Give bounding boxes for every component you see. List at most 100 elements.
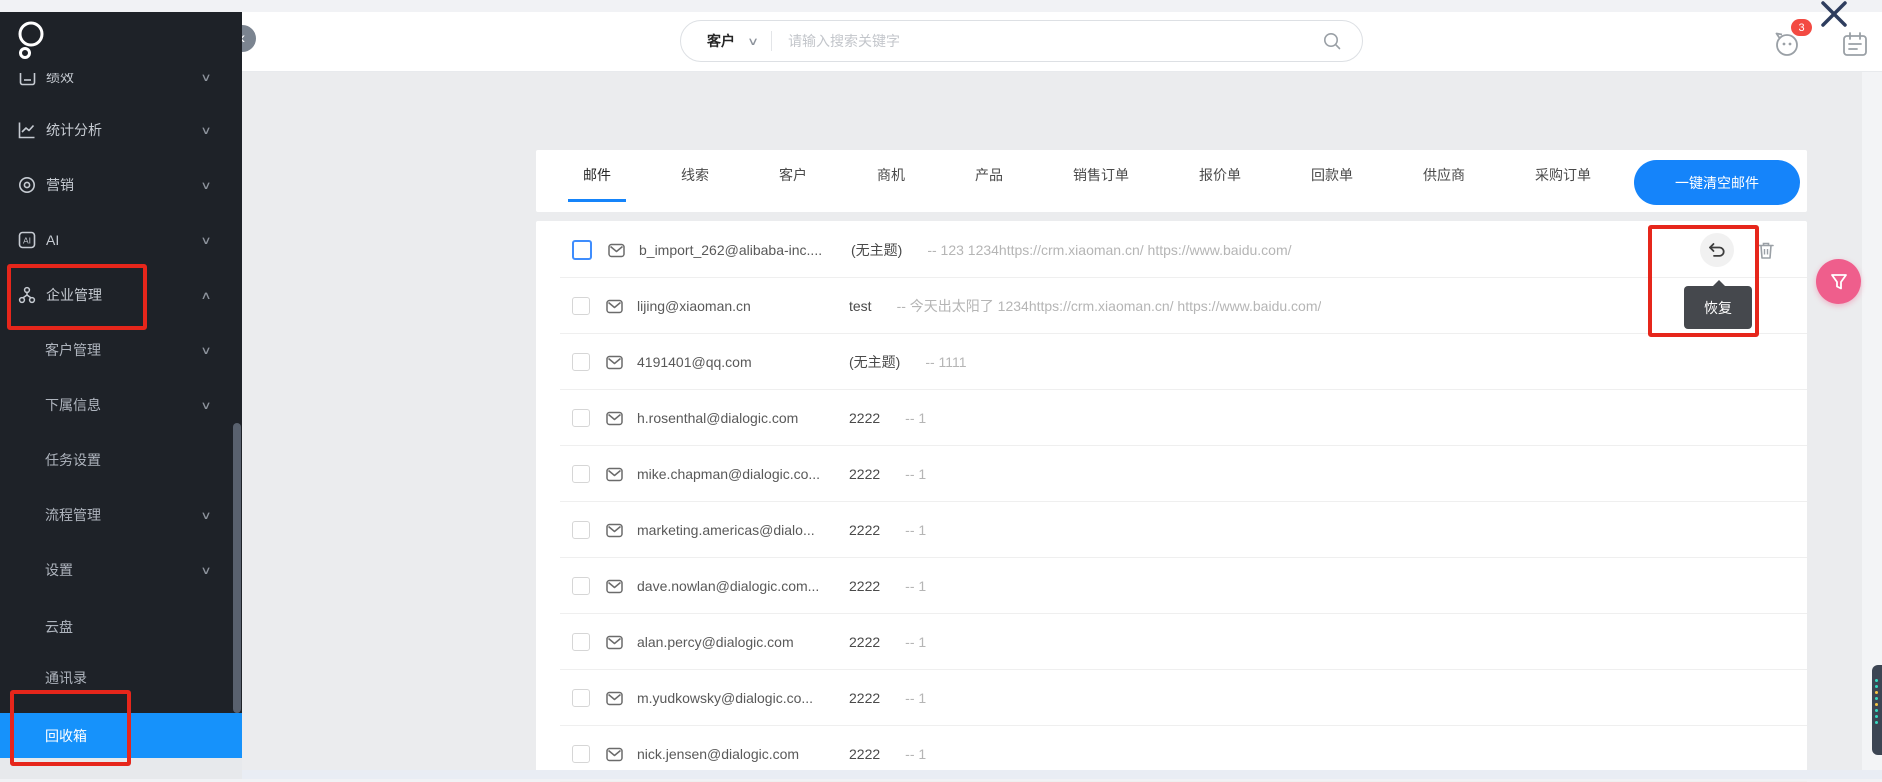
mail-sender: 4191401@qq.com: [637, 354, 752, 370]
clear-all-mail-button[interactable]: 一键清空邮件: [1634, 160, 1800, 205]
sidebar-item[interactable]: 绩效 ∨: [0, 73, 242, 97]
close-icon[interactable]: [1818, 0, 1850, 30]
mail-snippet: -- 1: [905, 746, 927, 762]
mail-sender: marketing.americas@dialo...: [637, 522, 815, 538]
row-checkbox[interactable]: [572, 577, 590, 595]
mail-snippet: -- 1: [905, 522, 927, 538]
mail-row[interactable]: lijing@xiaoman.cn test -- 今天出太阳了 1234htt…: [536, 278, 1807, 334]
sidebar-item[interactable]: 企业管理 ∧: [0, 275, 242, 315]
sidebar-item[interactable]: 统计分析 ∨: [0, 110, 242, 150]
mail-sender: dave.nowlan@dialogic.com...: [637, 578, 820, 594]
tab[interactable]: 报价单: [1184, 150, 1256, 202]
mail-sender: mike.chapman@dialogic.co...: [637, 466, 821, 482]
sidebar-scrollbar-thumb[interactable]: [233, 423, 241, 713]
filter-funnel-icon: [1830, 273, 1847, 289]
edge-widget[interactable]: [1872, 665, 1882, 755]
top-header: ‹ 客户 ∨ 请输入搜索关键字 3: [229, 1, 1882, 72]
mail-row[interactable]: m.yudkowsky@dialogic.co... 2222 -- 1: [536, 670, 1807, 726]
widget-dot: [1875, 721, 1878, 724]
mail-snippet: -- 1: [905, 410, 927, 426]
envelope-icon: [606, 579, 623, 593]
org-icon: [18, 286, 36, 304]
chevron-icon: ∨: [200, 179, 212, 192]
tab-label: 产品: [975, 166, 1003, 183]
tooltip-arrow: [1712, 280, 1726, 287]
restore-button[interactable]: [1700, 233, 1734, 267]
sidebar-item[interactable]: AI AI ∨: [0, 220, 242, 260]
row-checkbox[interactable]: [572, 689, 590, 707]
sidebar-subitem[interactable]: 通讯录: [0, 658, 242, 698]
chevron-down-icon[interactable]: ∨: [747, 35, 759, 48]
app-logo: [18, 21, 44, 59]
tab-label: 报价单: [1199, 166, 1241, 183]
tab[interactable]: 线索: [666, 150, 724, 202]
sidebar-subitem-label: 流程管理: [45, 507, 101, 523]
mail-sender: m.yudkowsky@dialogic.co...: [637, 690, 814, 706]
sidebar-subitem[interactable]: 下属信息 ∨: [0, 385, 242, 425]
search-category-select[interactable]: 客户: [707, 31, 735, 51]
mail-subject: (无主题): [851, 242, 903, 258]
mail-sender: lijing@xiaoman.cn: [637, 298, 751, 314]
tab[interactable]: 回款单: [1296, 150, 1368, 202]
envelope-icon: [606, 523, 623, 537]
calendar-icon[interactable]: [1841, 30, 1869, 58]
mail-row[interactable]: alan.percy@dialogic.com 2222 -- 1: [536, 614, 1807, 670]
row-actions: [1700, 233, 1775, 267]
tab[interactable]: 商机: [862, 150, 920, 202]
chevron-icon: ∨: [200, 509, 212, 522]
sidebar-subitem[interactable]: 云盘: [0, 607, 242, 647]
mail-row[interactable]: dave.nowlan@dialogic.com... 2222 -- 1: [536, 558, 1807, 614]
envelope-icon: [608, 243, 625, 257]
sidebar-subitem[interactable]: 任务设置: [0, 440, 242, 480]
mail-sender: nick.jensen@dialogic.com: [637, 746, 800, 762]
row-checkbox[interactable]: [572, 633, 590, 651]
row-checkbox[interactable]: [572, 409, 590, 427]
widget-dot: [1875, 709, 1878, 712]
mail-row[interactable]: b_import_262@alibaba-inc.... (无主题) -- 12…: [536, 222, 1807, 278]
mail-subject: (无主题): [849, 354, 901, 370]
sidebar-subitem[interactable]: 流程管理 ∨: [0, 495, 242, 535]
row-checkbox[interactable]: [572, 745, 590, 763]
tab[interactable]: 邮件: [568, 150, 626, 202]
mail-row[interactable]: h.rosenthal@dialogic.com 2222 -- 1: [536, 390, 1807, 446]
sidebar-subitem-label: 设置: [45, 562, 73, 578]
sidebar-item-recycle-bin-active[interactable]: 回收箱: [0, 713, 242, 758]
search-icon[interactable]: [1322, 31, 1342, 51]
mail-row[interactable]: 4191401@qq.com (无主题) -- 1111: [536, 334, 1807, 390]
sidebar-item-label: 统计分析: [46, 122, 102, 138]
mail-subject: 2222: [849, 522, 881, 538]
sidebar-subitem-label: 下属信息: [45, 397, 101, 413]
chevron-icon: ∧: [200, 289, 212, 302]
mail-row[interactable]: mike.chapman@dialogic.co... 2222 -- 1: [536, 446, 1807, 502]
filter-fab-button[interactable]: [1816, 259, 1861, 304]
tab[interactable]: 销售订单: [1058, 150, 1144, 202]
row-checkbox[interactable]: [572, 521, 590, 539]
tab[interactable]: 供应商: [1408, 150, 1480, 202]
row-checkbox[interactable]: [572, 465, 590, 483]
delete-button[interactable]: [1757, 241, 1775, 260]
sidebar-subitem[interactable]: 设置 ∨: [0, 550, 242, 590]
row-checkbox[interactable]: [572, 353, 590, 371]
tab-label: 供应商: [1423, 166, 1465, 183]
trash-icon: [1758, 242, 1774, 259]
tab[interactable]: 产品: [960, 150, 1018, 202]
row-checkbox[interactable]: [572, 240, 592, 260]
search-input[interactable]: 请输入搜索关键字: [788, 31, 1322, 51]
notification-badge: 3: [1791, 19, 1812, 36]
tab[interactable]: 采购订单: [1520, 150, 1606, 202]
envelope-icon: [606, 635, 623, 649]
envelope-icon: [606, 411, 623, 425]
chevron-icon: ∨: [200, 344, 212, 357]
global-search-bar[interactable]: 客户 ∨ 请输入搜索关键字: [680, 20, 1363, 62]
sidebar-subitem-label: 任务设置: [45, 452, 101, 468]
mail-subject: 2222: [849, 746, 881, 762]
mail-row[interactable]: marketing.americas@dialo... 2222 -- 1: [536, 502, 1807, 558]
sidebar-item[interactable]: 营销 ∨: [0, 165, 242, 205]
widget-dot: [1875, 703, 1878, 706]
tab-label: 回款单: [1311, 166, 1353, 183]
module-tab-card: 邮件 线索 客户 商机 产品 销售订单 报价单 回款单 供应商 采购订单 一键清…: [536, 150, 1807, 212]
row-checkbox[interactable]: [572, 297, 590, 315]
sidebar-item-label: 营销: [46, 177, 74, 193]
sidebar-subitem[interactable]: 客户管理 ∨: [0, 330, 242, 370]
tab[interactable]: 客户: [764, 150, 822, 202]
